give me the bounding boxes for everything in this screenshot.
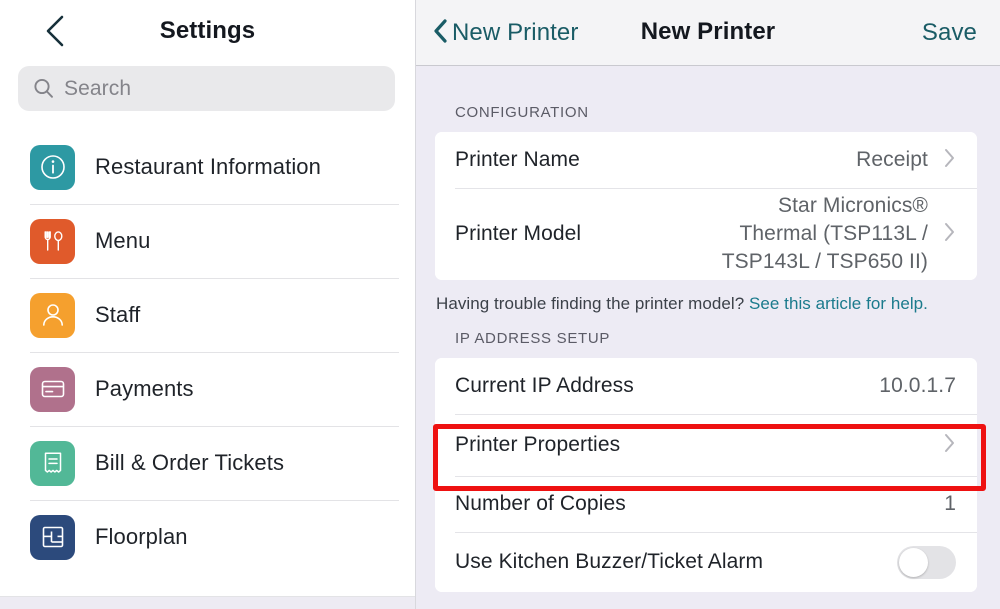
sidebar-item-restaurant-information[interactable]: Restaurant Information [0,130,415,204]
row-kitchen-buzzer[interactable]: Use Kitchen Buzzer/Ticket Alarm [435,532,977,592]
row-value: Receipt [856,148,928,172]
chevron-right-icon [943,147,956,174]
fork-spoon-icon [30,218,75,264]
sidebar-item-floorplan[interactable]: Floorplan [0,500,415,574]
row-label: Number of Copies [455,492,626,515]
page-title: Settings [159,17,256,44]
row-number-of-copies[interactable]: Number of Copies 1 [435,476,977,532]
help-article-link[interactable]: See this article for help. [749,294,928,313]
settings-sidebar: Settings Search Restaurant Information M… [0,0,416,609]
row-label: Use Kitchen Buzzer/Ticket Alarm [455,550,764,573]
sidebar-item-staff[interactable]: Staff [0,278,415,352]
sidebar-item-menu[interactable]: Menu [0,204,415,278]
section-label-ip-address-setup: IP ADDRESS SETUP [455,330,611,347]
sidebar-item-label: Floorplan [95,524,188,549]
row-printer-model[interactable]: Printer Model Star Micronics® Thermal (T… [435,188,977,280]
row-printer-name[interactable]: Printer Name Receipt [435,132,977,188]
detail-header: New Printer New Printer Save [416,0,1000,66]
toggle-knob [899,547,928,577]
row-label: Current IP Address [455,374,634,397]
floorplan-icon [30,514,75,560]
row-label: Printer Model [455,222,582,245]
configuration-card: Printer Name Receipt Printer Model Star … [435,132,977,280]
row-value: 10.0.1.7 [879,374,956,398]
new-printer-detail-panel: New Printer New Printer Save CONFIGURATI… [416,0,1000,609]
printer-model-help-text: Having trouble finding the printer model… [416,280,1000,314]
kitchen-buzzer-toggle[interactable] [897,545,956,579]
sidebar-item-label: Restaurant Information [95,154,321,179]
save-button[interactable]: Save [922,0,977,66]
row-value: 1 [944,492,956,516]
row-value: Star Micronics® Thermal (TSP113L / TSP14… [721,194,928,273]
sidebar-item-partial[interactable] [0,596,415,609]
row-label: Printer Properties [455,433,621,456]
info-circle-icon [30,144,75,190]
sidebar-item-label: Bill & Order Tickets [95,450,285,475]
sidebar-header: Settings [0,0,415,62]
section-label-configuration: CONFIGURATION [455,104,589,121]
sidebar-item-label: Staff [95,302,141,327]
receipt-icon [30,440,75,486]
chevron-right-icon [943,221,956,248]
app-window: Settings Search Restaurant Information M… [0,0,1000,609]
row-current-ip-address: Current IP Address 10.0.1.7 [435,358,977,414]
search-input[interactable]: Search [18,66,395,111]
search-placeholder: Search [64,76,132,100]
sidebar-item-bill-order-tickets[interactable]: Bill & Order Tickets [0,426,415,500]
help-text-prefix: Having trouble finding the printer model… [436,294,750,313]
ip-address-setup-card: Current IP Address 10.0.1.7 Printer Prop… [435,358,977,592]
detail-title: New Printer [640,18,776,45]
row-printer-properties[interactable]: Printer Properties [435,414,977,476]
row-label: Printer Name [455,148,580,171]
detail-body: CONFIGURATION Printer Name Receipt Print… [416,67,1000,609]
chevron-right-icon [943,432,956,459]
sidebar-item-list: Restaurant Information Menu Staff Paymen… [0,130,415,609]
sidebar-item-label: Payments [95,376,194,401]
person-icon [30,292,75,338]
sidebar-item-payments[interactable]: Payments [0,352,415,426]
sidebar-item-label: Menu [95,228,151,253]
search-icon [32,77,64,100]
credit-card-icon [30,366,75,412]
